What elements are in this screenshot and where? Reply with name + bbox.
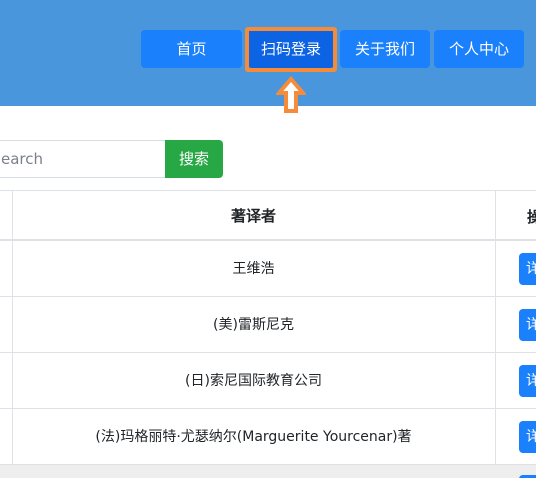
nav-scan-login-button[interactable]: 扫码登录	[248, 30, 334, 68]
author-cell: 王维浩	[232, 261, 275, 277]
column-divider	[495, 353, 496, 408]
table-row: (法)玛格丽特·尤瑟纳尔(Marguerite Yourcenar)著 详	[0, 409, 536, 465]
table-row: (美)雷斯尼克 详	[0, 297, 536, 353]
table-row: 王维浩 详	[0, 241, 536, 297]
nav-personal-center-button[interactable]: 个人中心	[434, 30, 524, 68]
header-author: 著译者	[230, 206, 276, 225]
column-divider	[495, 297, 496, 352]
column-divider	[495, 191, 496, 239]
author-cell: (日)索尼国际教育公司	[185, 373, 322, 389]
header-operation: 操	[527, 208, 536, 226]
table-header-row: 著译者 操	[0, 191, 536, 241]
column-divider	[495, 409, 496, 464]
author-cell: (美)雷斯尼克	[213, 317, 294, 333]
table-row: (日)索尼国际教育公司 详	[0, 353, 536, 409]
nav-home-button[interactable]: 首页	[141, 30, 242, 68]
details-button[interactable]: 详	[519, 309, 536, 341]
up-arrow-icon	[276, 76, 306, 113]
search-input[interactable]	[0, 140, 166, 178]
details-button[interactable]: 详	[519, 365, 536, 397]
details-button[interactable]: 详	[519, 253, 536, 285]
nav-about-button[interactable]: 关于我们	[340, 30, 430, 68]
column-divider	[495, 241, 496, 296]
results-table: 著译者 操 王维浩 详 (美)雷斯尼克 详 (日)索尼国际教育公司 详 (法)玛…	[0, 190, 536, 465]
top-header-bar: 首页 扫码登录 关于我们 个人中心	[0, 0, 536, 106]
author-cell: (法)玛格丽特·尤瑟纳尔(Marguerite Yourcenar)著	[95, 429, 412, 445]
details-button[interactable]: 详	[519, 421, 536, 453]
search-button[interactable]: 搜索	[165, 140, 223, 178]
table-row-partial	[0, 465, 536, 478]
